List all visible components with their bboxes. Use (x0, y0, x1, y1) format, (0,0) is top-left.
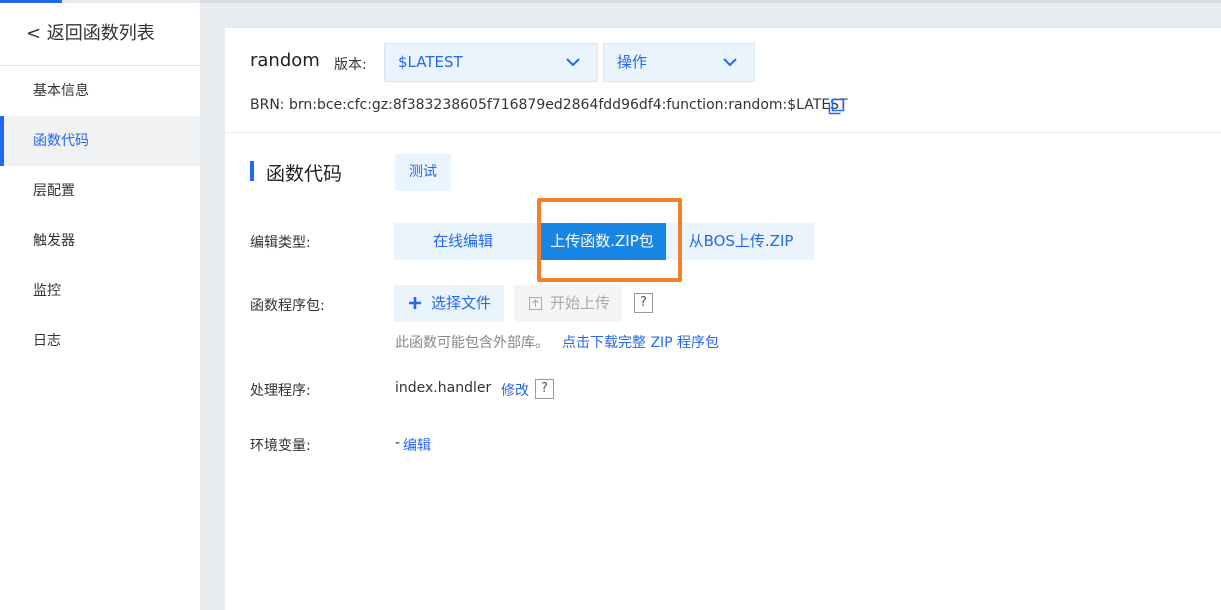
version-select[interactable]: $LATEST (384, 43, 598, 82)
help-icon[interactable]: ? (634, 293, 653, 313)
function-header: random 版本: $LATEST 操作 BRN: brn:bce:cfc:g… (225, 28, 1221, 133)
function-name: random (250, 50, 320, 71)
sidebar-item-monitoring[interactable]: 监控 (0, 266, 200, 316)
section-title-bar (250, 161, 254, 181)
choose-file-button[interactable]: 选择文件 (394, 285, 504, 322)
handler-label: 处理程序: (250, 383, 311, 399)
edit-env-vars-link[interactable]: 编辑 (403, 435, 431, 455)
back-to-function-list-link[interactable]: < 返回函数列表 (0, 3, 200, 66)
sidebar-item-layer-config[interactable]: 层配置 (0, 166, 200, 216)
main-panel: random 版本: $LATEST 操作 BRN: brn:bce:cfc:g… (225, 28, 1221, 610)
modify-handler-link[interactable]: 修改 (501, 380, 529, 400)
package-label: 函数程序包: (250, 298, 325, 314)
download-zip-link[interactable]: 点击下载完整 ZIP 程序包 (562, 332, 719, 352)
choose-file-label: 选择文件 (431, 294, 492, 312)
start-upload-label: 开始上传 (550, 294, 611, 312)
version-label: 版本: (334, 57, 367, 73)
start-upload-button: 开始上传 (514, 285, 622, 322)
sidebar-item-triggers[interactable]: 触发器 (0, 216, 200, 266)
plus-icon (409, 297, 421, 309)
edit-type-label: 编辑类型: (250, 235, 311, 251)
upload-icon (529, 297, 542, 310)
version-select-value: $LATEST (398, 53, 463, 71)
copy-icon[interactable] (828, 98, 845, 115)
test-button[interactable]: 测试 (395, 154, 451, 191)
highlight-box (537, 198, 682, 282)
env-vars-value: - (395, 435, 401, 451)
help-icon[interactable]: ? (535, 379, 554, 399)
operations-select[interactable]: 操作 (603, 43, 755, 82)
env-vars-label: 环境变量: (250, 438, 311, 454)
operations-select-label: 操作 (617, 53, 648, 71)
chevron-down-icon (723, 58, 737, 67)
section-title: 函数代码 (266, 163, 343, 185)
chevron-down-icon (566, 58, 580, 67)
handler-value: index.handler (395, 380, 492, 396)
tab-online-edit[interactable]: 在线编辑 (394, 223, 532, 260)
brn-text: BRN: brn:bce:cfc:gz:8f383238605f716879ed… (250, 97, 848, 113)
sidebar-item-basic-info[interactable]: 基本信息 (0, 66, 200, 116)
tab-upload-from-bos[interactable]: 从BOS上传.ZIP (671, 223, 811, 260)
sidebar: < 返回函数列表 基本信息 函数代码 层配置 触发器 监控 日志 (0, 3, 200, 610)
top-shadow (200, 0, 1221, 3)
sidebar-item-function-code[interactable]: 函数代码 (0, 116, 200, 166)
package-hint: 此函数可能包含外部库。 (395, 335, 549, 351)
sidebar-item-logs[interactable]: 日志 (0, 316, 200, 366)
